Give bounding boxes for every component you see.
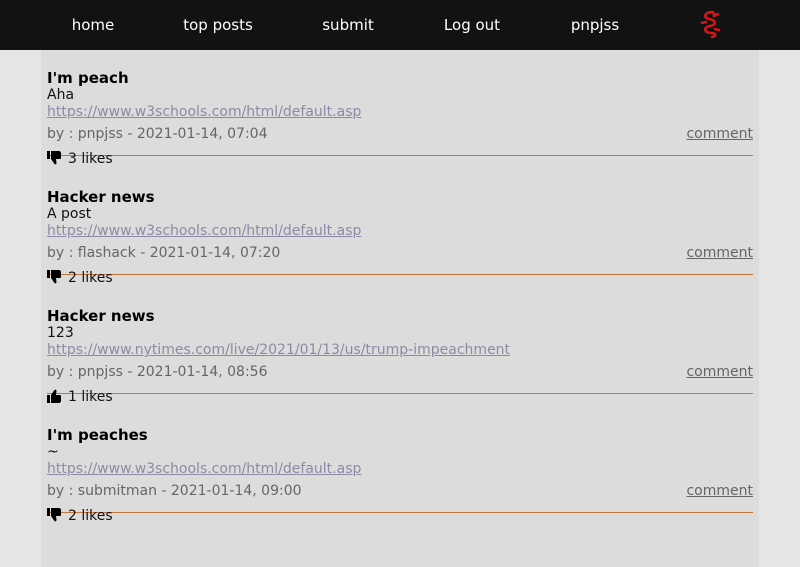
post-meta: by : flashack - 2021-01-14, 07:20 [47,245,281,261]
thumbs-down-icon[interactable] [47,507,62,522]
like-count: 3 likes [68,151,113,167]
comment-link[interactable]: comment [686,245,753,262]
post-body: ~ [47,444,59,460]
post-body: Aha [47,87,75,103]
like-count: 2 likes [68,508,113,524]
post-item: Hacker news A post https://www.w3schools… [47,169,753,275]
nav-submit-link[interactable]: submit [322,0,374,50]
like-count: 2 likes [68,270,113,286]
like-count: 1 likes [68,389,113,405]
post-body: 123 [47,325,74,341]
post-title: Hacker news [47,188,155,206]
post-title: I'm peaches [47,426,148,444]
post-meta: by : pnpjss - 2021-01-14, 08:56 [47,364,268,380]
post-body: A post [47,206,92,222]
thumbs-down-icon[interactable] [47,150,62,165]
like-row: 2 likes [47,267,113,286]
comment-link[interactable]: comment [686,126,753,143]
like-row: 1 likes [47,386,113,405]
post-url-link[interactable]: https://www.w3schools.com/html/default.a… [47,104,361,121]
red-dragon-logo-icon[interactable] [698,9,722,39]
nav-top-posts-link[interactable]: top posts [183,0,253,50]
post-item: I'm peaches ~ https://www.w3schools.com/… [47,407,753,513]
post-url-link[interactable]: https://www.nytimes.com/live/2021/01/13/… [47,342,510,359]
nav-logout-link[interactable]: Log out [444,0,500,50]
comment-link[interactable]: comment [686,364,753,381]
thumbs-up-icon[interactable] [47,388,62,403]
post-meta: by : pnpjss - 2021-01-14, 07:04 [47,126,268,142]
post-item: I'm peach Aha https://www.w3schools.com/… [47,50,753,156]
post-meta: by : submitman - 2021-01-14, 09:00 [47,483,302,499]
like-row: 2 likes [47,505,113,524]
post-item: Hacker news 123 https://www.nytimes.com/… [47,288,753,394]
post-url-link[interactable]: https://www.w3schools.com/html/default.a… [47,461,361,478]
post-url-link[interactable]: https://www.w3schools.com/html/default.a… [47,223,361,240]
like-row: 3 likes [47,148,113,167]
nav-user-link[interactable]: pnpjss [571,0,619,50]
nav-home-link[interactable]: home [72,0,115,50]
posts-container: I'm peach Aha https://www.w3schools.com/… [41,50,759,567]
thumbs-down-icon[interactable] [47,269,62,284]
post-title: I'm peach [47,69,129,87]
comment-link[interactable]: comment [686,483,753,500]
post-title: Hacker news [47,307,155,325]
top-navbar: home top posts submit Log out pnpjss [0,0,800,50]
